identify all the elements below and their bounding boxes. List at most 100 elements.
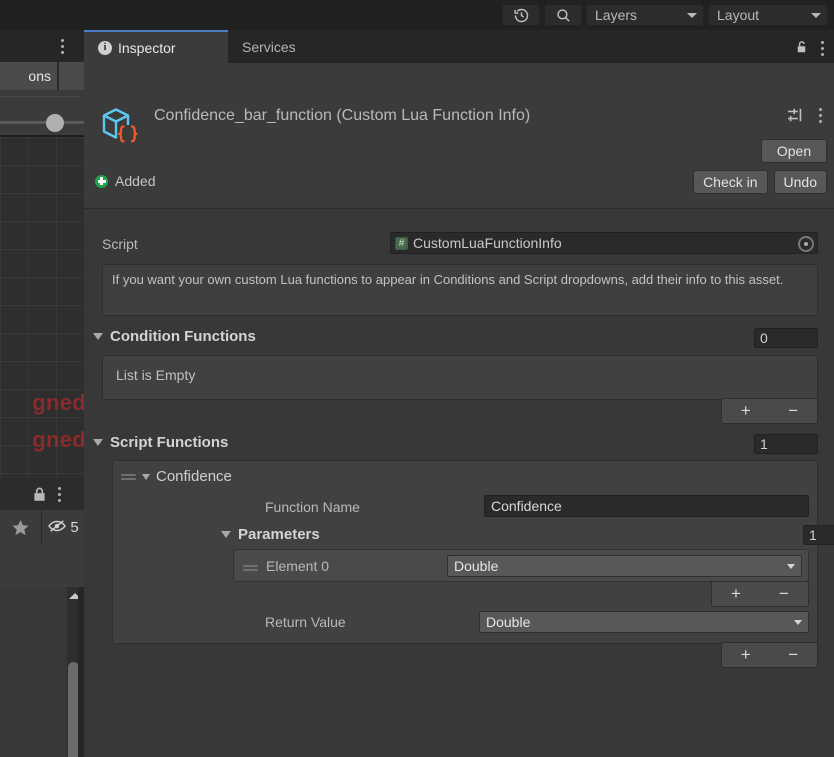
inspector-tabstrip: i Inspector Services	[84, 30, 834, 63]
parameters-size-field[interactable]: 1	[803, 525, 834, 545]
add-button[interactable]: +	[722, 643, 770, 667]
condition-functions-list: List is Empty	[102, 355, 818, 400]
hidden-objects-indicator[interactable]: 5	[42, 510, 84, 545]
script-function-item-header[interactable]: Confidence	[121, 468, 232, 485]
inspector-tab-actions	[794, 39, 824, 58]
zoom-slider-knob[interactable]	[46, 114, 64, 132]
version-control-actions: Check in Undo	[693, 170, 827, 194]
status-badge: Added	[95, 173, 155, 189]
unity-editor-window: Layers Layout ons gned gned 5 i Inspecto…	[0, 0, 834, 757]
cs-script-icon: #	[395, 236, 408, 250]
parameters-add-remove: + −	[711, 581, 809, 607]
unlocked-padlock-icon[interactable]	[794, 39, 809, 58]
remove-button[interactable]: −	[760, 582, 808, 606]
condition-functions-foldout[interactable]: Condition Functions	[93, 328, 256, 345]
parameters-label: Parameters	[238, 526, 320, 543]
kebab-menu-icon[interactable]	[819, 107, 822, 123]
function-name-field[interactable]: Confidence	[484, 495, 809, 517]
kebab-menu-icon[interactable]	[821, 41, 824, 56]
top-toolbar: Layers Layout	[0, 0, 834, 30]
layout-label: Layout	[717, 7, 760, 23]
remove-button[interactable]: −	[770, 643, 818, 667]
status-label: Added	[115, 173, 156, 189]
page-title: Confidence_bar_function (Custom Lua Func…	[154, 107, 531, 124]
left-panel-empty-area	[0, 545, 84, 588]
script-functions-label: Script Functions	[110, 434, 229, 451]
triangle-down-icon	[142, 473, 150, 480]
left-panel-tabstrip: ons	[0, 62, 84, 90]
lock-icon[interactable]	[31, 485, 48, 506]
chevron-down-icon	[811, 12, 821, 18]
search-icon[interactable]	[544, 4, 582, 26]
tab-inspector[interactable]: i Inspector	[84, 30, 228, 63]
element-type-dropdown[interactable]: Double	[447, 555, 802, 577]
script-functions-size-field[interactable]: 1	[754, 434, 818, 454]
triangle-down-icon	[93, 333, 103, 340]
script-object-field[interactable]: # CustomLuaFunctionInfo	[390, 232, 818, 254]
tab-services-label: Services	[242, 38, 296, 55]
kebab-menu-icon[interactable]	[61, 39, 64, 54]
condition-functions-size-field[interactable]: 0	[754, 328, 818, 348]
layers-dropdown[interactable]: Layers	[586, 4, 704, 26]
left-panel-tab-secondary[interactable]	[59, 62, 84, 90]
tab-inspector-label: Inspector	[118, 39, 176, 56]
left-panel-partial: ons gned gned 5	[0, 30, 84, 757]
drag-handle-icon[interactable]	[243, 565, 258, 571]
left-panel-lockbar	[0, 478, 84, 510]
asset-header: Confidence_bar_function (Custom Lua Func…	[84, 63, 834, 209]
divider	[0, 96, 80, 97]
chevron-down-icon	[687, 12, 697, 18]
scene-grid-preview[interactable]: gned gned	[0, 135, 84, 480]
left-panel-tab[interactable]: ons	[0, 62, 58, 90]
left-panel-slider-area	[0, 90, 84, 135]
zoom-slider-track[interactable]	[0, 121, 84, 124]
triangle-down-icon	[93, 439, 103, 446]
inspector-body: Script # CustomLuaFunctionInfo If you wa…	[84, 208, 834, 757]
added-plus-icon	[95, 174, 108, 188]
chevron-down-icon	[787, 563, 795, 569]
star-icon[interactable]	[0, 510, 42, 545]
empty-list-label: List is Empty	[116, 367, 196, 383]
asset-header-actions	[787, 107, 822, 123]
left-panel-titlebar	[0, 30, 84, 62]
return-value-dropdown[interactable]: Double	[479, 611, 809, 633]
drag-handle-icon[interactable]	[121, 473, 136, 480]
function-name-label: Function Name	[265, 499, 360, 515]
left-panel-lower-area	[0, 587, 84, 757]
condition-functions-label: Condition Functions	[110, 328, 256, 345]
chevron-down-icon	[794, 619, 802, 625]
parameter-element-row: Element 0 Double	[233, 549, 809, 582]
left-panel-tab-label: ons	[28, 68, 51, 84]
script-value: CustomLuaFunctionInfo	[413, 235, 562, 251]
tab-services[interactable]: Services	[228, 30, 310, 63]
layers-label: Layers	[595, 7, 638, 23]
check-in-button[interactable]: Check in	[693, 170, 768, 194]
return-value-text: Double	[486, 614, 531, 630]
script-function-title: Confidence	[156, 468, 232, 485]
scene-warning-text: gned	[32, 427, 84, 452]
lua-scriptable-object-icon	[95, 100, 143, 148]
script-functions-foldout[interactable]: Script Functions	[93, 434, 228, 451]
remove-button[interactable]: −	[770, 399, 818, 423]
inspector-panel: i Inspector Services Confidence_bar_func…	[84, 30, 834, 757]
preset-sliders-icon[interactable]	[787, 107, 805, 123]
script-row: Script # CustomLuaFunctionInfo	[84, 230, 834, 258]
kebab-menu-icon[interactable]	[58, 487, 61, 502]
element-type-value: Double	[454, 558, 499, 574]
open-button[interactable]: Open	[761, 139, 827, 163]
hidden-count-label: 5	[70, 519, 79, 536]
add-button[interactable]: +	[722, 399, 770, 423]
info-icon: i	[98, 40, 112, 55]
undo-button[interactable]: Undo	[773, 170, 827, 194]
parameters-foldout[interactable]: Parameters	[221, 526, 320, 543]
return-value-label: Return Value	[265, 614, 346, 630]
history-clock-icon[interactable]	[502, 4, 540, 26]
scene-warning-text: gned	[32, 390, 84, 415]
add-button[interactable]: +	[712, 582, 760, 606]
layout-dropdown[interactable]: Layout	[708, 4, 828, 26]
object-picker-icon[interactable]	[798, 236, 814, 252]
script-functions-list: Confidence Function Name Confidence Para…	[112, 460, 834, 644]
left-panel-statusbar: 5	[0, 510, 84, 545]
eye-off-icon	[47, 518, 67, 537]
condition-functions-add-remove: + −	[721, 398, 818, 424]
